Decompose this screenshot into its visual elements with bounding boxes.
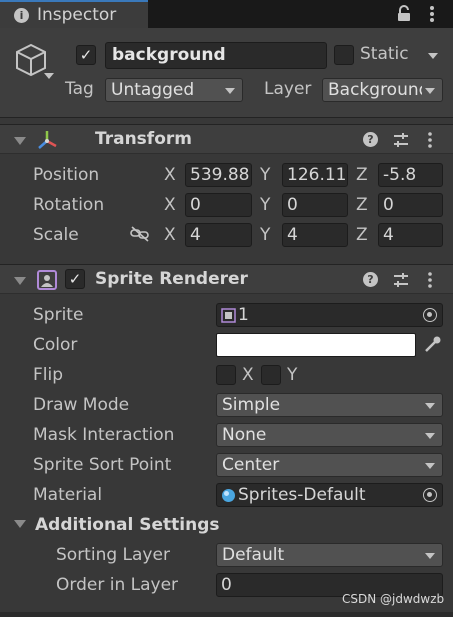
scale-x-field[interactable]: 4 <box>185 223 252 247</box>
position-y-label[interactable]: Y <box>260 165 270 185</box>
additional-settings-title[interactable]: Additional Settings <box>35 515 220 535</box>
scale-z-label[interactable]: Z <box>356 225 368 245</box>
scale-y-label[interactable]: Y <box>260 225 270 245</box>
gameobject-cube-icon[interactable] <box>14 43 48 77</box>
sprite-renderer-enabled-checkbox[interactable]: ✓ <box>65 269 85 289</box>
tab-title: Inspector <box>37 5 117 25</box>
sprite-renderer-foldout-arrow[interactable] <box>14 277 26 285</box>
gameobject-name-field[interactable]: background <box>105 42 327 69</box>
constrain-proportions-icon[interactable] <box>130 226 150 242</box>
position-label: Position <box>33 165 100 185</box>
scale-y-field[interactable]: 4 <box>282 223 348 247</box>
sprite-sort-point-dropdown[interactable]: Center <box>216 453 443 477</box>
sprite-field[interactable]: 1 <box>216 303 443 327</box>
transform-title: Transform <box>95 129 192 149</box>
flip-x-label: X <box>242 365 254 385</box>
position-y-field[interactable]: 126.113 <box>282 163 348 187</box>
transform-icon <box>38 131 57 149</box>
rotation-y-label[interactable]: Y <box>260 195 270 215</box>
object-picker-icon[interactable] <box>423 488 437 502</box>
kebab-menu-icon[interactable] <box>427 132 433 148</box>
rotation-x-label[interactable]: X <box>164 195 176 215</box>
material-value: Sprites-Default <box>238 485 366 505</box>
help-icon[interactable]: ? <box>363 132 378 147</box>
position-z-label[interactable]: Z <box>356 165 368 185</box>
rotation-y-field[interactable]: 0 <box>282 193 348 217</box>
eyedropper-icon[interactable] <box>421 334 443 356</box>
rotation-z-field[interactable]: 0 <box>378 193 443 217</box>
additional-settings-foldout-arrow[interactable] <box>14 520 26 528</box>
presets-icon[interactable] <box>393 272 409 288</box>
rotation-x-field[interactable]: 0 <box>185 193 252 217</box>
sprite-label: Sprite <box>33 305 84 325</box>
mask-interaction-dropdown[interactable]: None <box>216 423 443 447</box>
material-asset-icon <box>222 489 235 502</box>
layer-label: Layer <box>264 79 312 99</box>
color-swatch[interactable] <box>216 333 416 357</box>
icon-dropdown-arrow[interactable] <box>44 73 54 79</box>
position-z-field[interactable]: -5.8 <box>378 163 443 187</box>
scale-label: Scale <box>33 225 79 245</box>
transform-foldout-arrow[interactable] <box>14 137 26 145</box>
layer-dropdown[interactable]: Background <box>322 78 443 102</box>
rotation-label: Rotation <box>33 195 105 215</box>
tag-label: Tag <box>65 79 94 99</box>
scale-z-field[interactable]: 4 <box>378 223 443 247</box>
tab-menu-icon[interactable] <box>424 5 440 23</box>
sorting-layer-label: Sorting Layer <box>56 545 170 565</box>
order-in-layer-label: Order in Layer <box>56 575 179 595</box>
info-icon: i <box>14 7 29 23</box>
lock-icon[interactable] <box>396 5 412 22</box>
tab-inspector[interactable]: i Inspector <box>0 0 148 28</box>
flip-x-checkbox[interactable] <box>216 365 236 385</box>
static-checkbox[interactable] <box>334 45 354 65</box>
flip-y-label: Y <box>287 365 298 385</box>
transform-header[interactable]: Transform ? <box>0 124 453 154</box>
material-field[interactable]: Sprites-Default <box>216 483 443 507</box>
tab-bar: i Inspector <box>0 0 453 28</box>
object-picker-icon[interactable] <box>423 308 437 322</box>
sprite-asset-icon <box>221 308 236 323</box>
flip-label: Flip <box>33 365 64 385</box>
tag-dropdown[interactable]: Untagged <box>105 78 243 102</box>
scale-x-label[interactable]: X <box>164 225 176 245</box>
position-x-label[interactable]: X <box>164 165 176 185</box>
presets-icon[interactable] <box>393 132 409 148</box>
sprite-value: 1 <box>238 305 249 325</box>
material-label: Material <box>33 485 103 505</box>
help-icon[interactable]: ? <box>363 272 378 287</box>
sorting-layer-dropdown[interactable]: Default <box>216 543 443 567</box>
sprite-renderer-title: Sprite Renderer <box>95 269 248 289</box>
draw-mode-label: Draw Mode <box>33 395 130 415</box>
watermark: CSDN @jdwdwzb <box>342 592 445 606</box>
sprite-renderer-icon <box>37 270 57 290</box>
active-checkbox[interactable]: ✓ <box>76 45 96 65</box>
sprite-sort-point-label: Sprite Sort Point <box>33 455 172 475</box>
position-x-field[interactable]: 539.88 <box>185 163 252 187</box>
static-label: Static <box>360 44 409 64</box>
draw-mode-dropdown[interactable]: Simple <box>216 393 443 417</box>
panel-bottom-edge <box>0 612 453 617</box>
flip-y-checkbox[interactable] <box>261 365 281 385</box>
static-dropdown-arrow[interactable] <box>428 53 438 59</box>
color-label: Color <box>33 335 78 355</box>
mask-interaction-label: Mask Interaction <box>33 425 175 445</box>
sprite-renderer-header[interactable]: ✓ Sprite Renderer ? <box>0 264 453 294</box>
gameobject-header: ✓ background Static Tag Untagged Layer B… <box>0 28 453 118</box>
rotation-z-label[interactable]: Z <box>356 195 368 215</box>
kebab-menu-icon[interactable] <box>427 272 433 288</box>
